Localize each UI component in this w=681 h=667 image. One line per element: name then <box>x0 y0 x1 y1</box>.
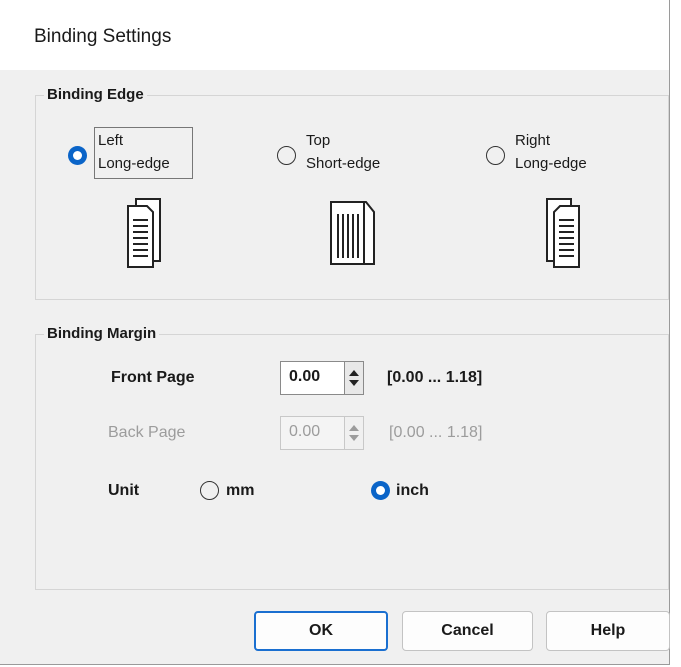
front-page-stepper[interactable] <box>344 361 364 395</box>
back-page-label: Back Page <box>108 424 186 441</box>
right-label-line2: Long-edge <box>515 155 587 172</box>
radio-right-long-edge[interactable] <box>486 146 505 165</box>
binding-settings-dialog: Binding Settings Binding Edge Left Long-… <box>0 0 670 665</box>
ok-button[interactable]: OK <box>254 611 388 651</box>
page-stack-left-icon <box>127 198 161 268</box>
top-label-line2: Short-edge <box>306 155 381 172</box>
page-stack-right-icon <box>546 198 580 268</box>
back-page-range: [0.00 ... 1.18] <box>389 424 483 441</box>
dialog-title: Binding Settings <box>34 26 172 47</box>
unit-inch-label: inch <box>396 482 429 499</box>
radio-unit-inch[interactable] <box>371 481 390 500</box>
spin-arrows-icon <box>349 370 359 386</box>
back-page-stepper[interactable] <box>344 416 364 450</box>
left-label-line2: Long-edge <box>98 155 170 172</box>
unit-mm-label: mm <box>226 482 255 499</box>
top-label-line1: Top <box>306 132 331 149</box>
radio-unit-mm[interactable] <box>200 481 219 500</box>
radio-top-short-edge[interactable] <box>277 146 296 165</box>
cancel-button[interactable]: Cancel <box>402 611 533 651</box>
title-bar: Binding Settings <box>0 0 669 70</box>
back-page-input[interactable]: 0.00 <box>280 416 345 450</box>
binding-margin-legend: Binding Margin <box>44 325 160 342</box>
help-button[interactable]: Help <box>546 611 670 651</box>
left-label-line1: Left <box>98 132 124 149</box>
spin-arrows-icon <box>349 425 359 441</box>
binding-edge-legend: Binding Edge <box>44 86 147 103</box>
front-page-label: Front Page <box>111 369 195 386</box>
right-label-line1: Right <box>515 132 551 149</box>
unit-label: Unit <box>108 482 140 499</box>
page-stack-top-icon <box>330 201 375 265</box>
radio-left-long-edge[interactable] <box>68 146 87 165</box>
front-page-input[interactable]: 0.00 <box>280 361 345 395</box>
front-page-range: [0.00 ... 1.18] <box>387 369 483 386</box>
